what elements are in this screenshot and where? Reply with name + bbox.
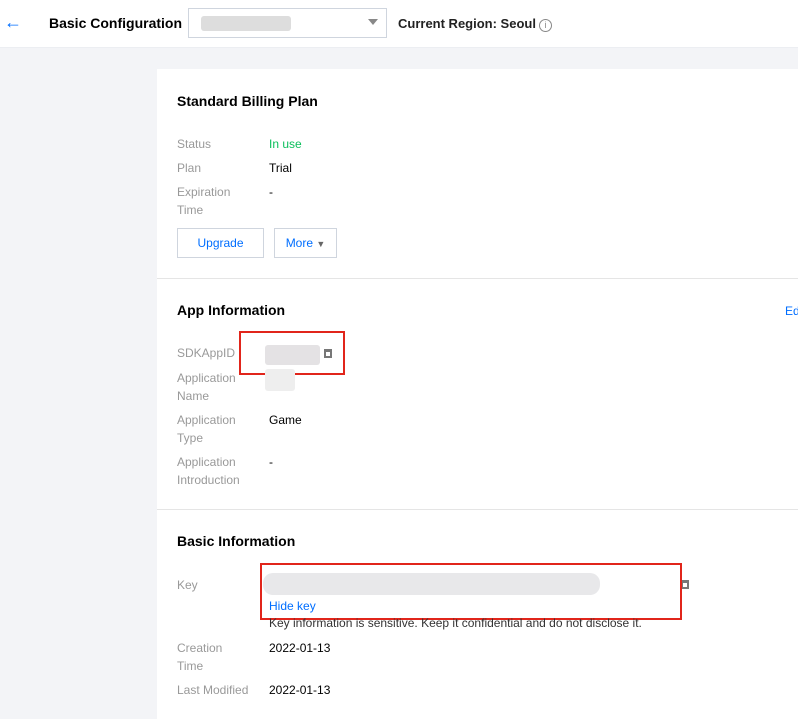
- label: Key: [177, 578, 198, 592]
- app-name-value: [265, 369, 295, 391]
- section-title: App Information: [177, 302, 286, 318]
- billing-section: Standard Billing Plan Status In use Plan…: [157, 69, 798, 279]
- label: Plan: [177, 161, 202, 175]
- label: Application Type: [177, 413, 236, 445]
- more-label: More: [285, 236, 314, 250]
- edit-link[interactable]: Ed: [785, 304, 798, 318]
- label: Application Name: [177, 371, 236, 403]
- key-notice: Key information is sensitive. Keep it co…: [269, 616, 642, 630]
- more-button[interactable]: More ▼: [274, 228, 337, 258]
- last-modified-value: 2022-01-13: [269, 683, 331, 697]
- page-title: Basic Configuration: [49, 15, 183, 31]
- top-bar: ← Basic Configuration Current Region: Se…: [0, 0, 798, 48]
- status-value: In use: [269, 137, 302, 151]
- info-icon[interactable]: i: [538, 19, 552, 32]
- label: Status: [177, 137, 212, 151]
- label: SDKAppID: [177, 346, 236, 360]
- arrow-left-icon[interactable]: ←: [4, 12, 22, 33]
- label: Last Modified: [177, 683, 249, 697]
- basic-info-section: Basic Information Key Hide key Key infor…: [157, 510, 798, 719]
- app-select[interactable]: [188, 8, 387, 38]
- region-text: Current Region: Seoul: [398, 16, 536, 31]
- section-title: Basic Information: [177, 533, 296, 549]
- config-card: Standard Billing Plan Status In use Plan…: [157, 69, 798, 719]
- caret-down-icon: ▼: [316, 239, 326, 249]
- app-intro-value: -: [269, 455, 273, 469]
- plan-value: Trial: [269, 161, 292, 175]
- app-type-value: Game: [269, 413, 302, 427]
- label: Expiration Time: [177, 185, 231, 217]
- expiration-value: -: [269, 185, 273, 199]
- label: Application Introduction: [177, 455, 240, 487]
- section-title: Standard Billing Plan: [177, 93, 318, 109]
- highlight-box: [260, 563, 682, 620]
- current-region: Current Region: Seoul i: [398, 16, 552, 32]
- chevron-down-icon: [368, 19, 378, 25]
- creation-time-value: 2022-01-13: [269, 641, 331, 655]
- upgrade-button[interactable]: Upgrade: [177, 228, 264, 258]
- label: Creation Time: [177, 641, 223, 673]
- app-info-section: App Information Ed SDKAppID Application …: [157, 279, 798, 510]
- copy-icon[interactable]: [681, 580, 689, 589]
